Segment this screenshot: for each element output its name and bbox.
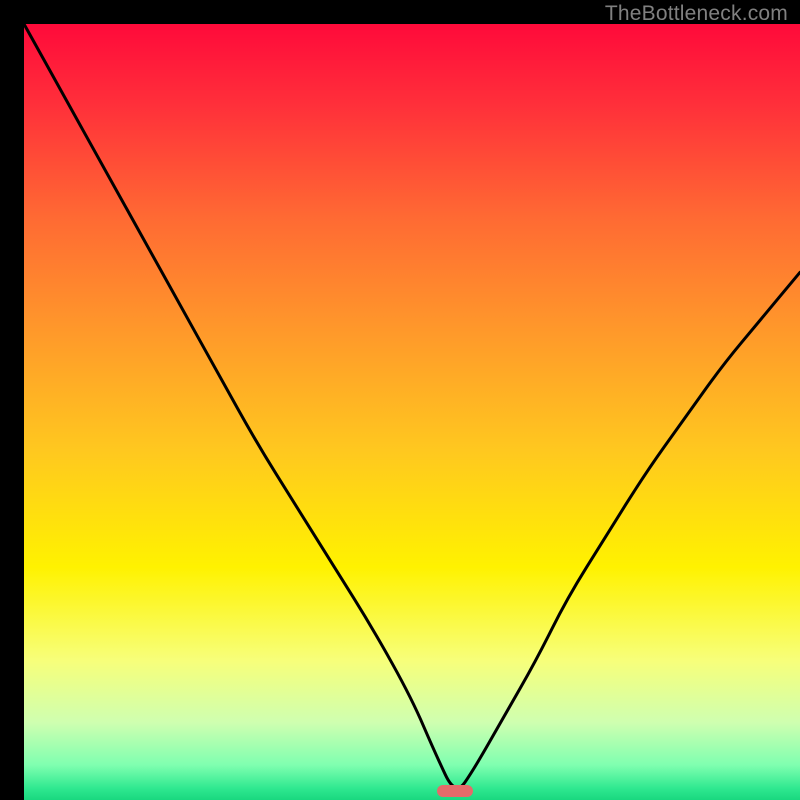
chart-frame — [12, 12, 788, 788]
min-marker — [437, 785, 473, 797]
bottleneck-curve — [24, 24, 800, 788]
watermark-text: TheBottleneck.com — [605, 2, 788, 26]
curve-svg — [24, 24, 800, 800]
plot-area — [24, 24, 800, 800]
